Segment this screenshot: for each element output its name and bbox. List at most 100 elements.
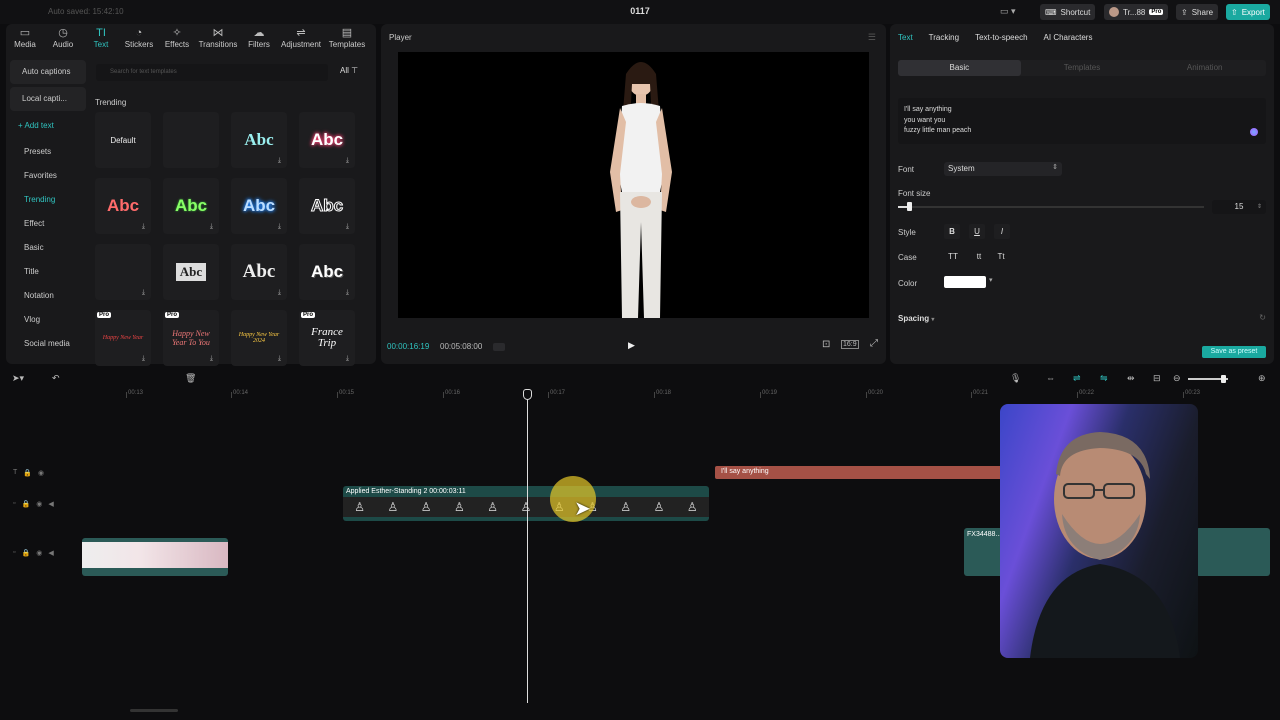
template-happy-new-year-to-you[interactable]: Pro Happy New Year To You ⤓ bbox=[163, 310, 219, 366]
snap-icon[interactable]: ⇋ bbox=[1100, 373, 1108, 384]
shortcut-button[interactable]: ⌨ Shortcut bbox=[1040, 4, 1096, 20]
download-icon[interactable]: ⤓ bbox=[210, 355, 213, 363]
tab-templates[interactable]: ▤ Templates bbox=[324, 24, 370, 54]
download-icon[interactable]: ⤓ bbox=[346, 223, 349, 231]
underline-button[interactable]: U bbox=[969, 224, 985, 239]
reset-icon[interactable]: ↻ bbox=[1259, 313, 1266, 322]
eye-icon[interactable]: ◉ bbox=[36, 500, 42, 508]
video-clip-end[interactable] bbox=[1196, 528, 1270, 576]
tab-stickers[interactable]: ◔ Stickers bbox=[120, 24, 158, 54]
template-abc-red[interactable]: Abc ⤓ bbox=[95, 178, 151, 234]
template-abc-pink-glow[interactable]: Abc ⤓ bbox=[299, 112, 355, 168]
titlecase-button[interactable]: Tt bbox=[992, 250, 1010, 264]
template-happy-new-year-red[interactable]: Pro Happy New Year ⤓ bbox=[95, 310, 151, 366]
fullscreen-icon[interactable]: ⤢ bbox=[870, 338, 878, 349]
font-size-input[interactable]: 15 ⇕ bbox=[1212, 200, 1266, 214]
font-size-slider-handle[interactable] bbox=[907, 202, 913, 211]
spacing-section[interactable]: Spacing ▾ bbox=[898, 314, 934, 323]
timeline-ruler[interactable]: 00:13 00:14 00:15 00:16 00:17 00:18 00:1… bbox=[82, 390, 1280, 402]
download-icon[interactable]: ⤓ bbox=[346, 355, 349, 363]
download-icon[interactable]: ⤓ bbox=[278, 223, 281, 231]
sidebar-item-title[interactable]: Title bbox=[10, 260, 86, 284]
preview-axis-icon[interactable]: ⊟ bbox=[1153, 373, 1161, 384]
select-tool-icon[interactable]: ➤▾ bbox=[12, 373, 24, 384]
fx-clip[interactable]: FX34488... bbox=[964, 528, 1004, 576]
template-france-trip[interactable]: Pro France Trip ⤓ bbox=[299, 310, 355, 366]
playhead-handle[interactable] bbox=[523, 389, 532, 400]
download-icon[interactable]: ⤓ bbox=[278, 355, 281, 363]
eye-icon[interactable]: ◉ bbox=[38, 469, 44, 477]
template-abc-serif[interactable]: Abc ⤓ bbox=[231, 244, 287, 300]
timecode-toggle-icon[interactable] bbox=[493, 343, 505, 351]
export-button[interactable]: ⇧ Export bbox=[1226, 4, 1270, 20]
account-button[interactable]: Tr...88 Pro bbox=[1104, 4, 1169, 20]
download-icon[interactable]: ⤓ bbox=[142, 223, 145, 231]
sidebar-item-notation[interactable]: Notation bbox=[10, 284, 86, 308]
share-button[interactable]: ⇪ Share bbox=[1176, 4, 1219, 20]
color-swatch[interactable] bbox=[944, 276, 986, 288]
zoom-in-icon[interactable]: ⊕ bbox=[1258, 373, 1266, 384]
tab-text[interactable]: TI Text bbox=[82, 24, 120, 54]
filter-dropdown[interactable]: All ⊤ bbox=[340, 66, 358, 75]
overlay-video-clip[interactable]: Applied Esther-Standing 2 00:00:03:11 ♙ ♙… bbox=[343, 486, 709, 521]
sidebar-item-trending[interactable]: Trending bbox=[10, 188, 86, 212]
sidebar-item-effect[interactable]: Effect bbox=[10, 212, 86, 236]
menu-icon[interactable]: ☰ bbox=[868, 32, 876, 43]
aspect-ratio-button[interactable]: 16:9 bbox=[841, 340, 859, 349]
tab-audio[interactable]: ◷ Audio bbox=[44, 24, 82, 54]
template-abc-blue[interactable]: Abc ⤓ bbox=[231, 178, 287, 234]
download-icon[interactable]: ⤓ bbox=[142, 289, 145, 297]
sidebar-item-favorites[interactable]: Favorites bbox=[10, 164, 86, 188]
eye-icon[interactable]: ◉ bbox=[36, 549, 42, 557]
template-blank[interactable] bbox=[163, 112, 219, 168]
download-icon[interactable]: ⤓ bbox=[210, 223, 213, 231]
sidebar-item-basic[interactable]: Basic bbox=[10, 236, 86, 260]
sidebar-item-vlog[interactable]: Vlog bbox=[10, 308, 86, 332]
subtab-animation[interactable]: Animation bbox=[1143, 60, 1266, 76]
video-preview[interactable] bbox=[398, 52, 869, 318]
chevron-down-icon[interactable]: ▾ bbox=[989, 276, 993, 284]
download-icon[interactable]: ⤓ bbox=[346, 157, 349, 165]
tab-media[interactable]: ▭ Media bbox=[6, 24, 44, 54]
auto-captions-button[interactable]: Auto captions bbox=[10, 60, 86, 84]
save-as-preset-button[interactable]: Save as preset bbox=[1202, 346, 1266, 358]
tab-filters[interactable]: ☁ Filters bbox=[240, 24, 278, 54]
download-icon[interactable]: ⤓ bbox=[278, 289, 281, 297]
zoom-slider-handle[interactable] bbox=[1221, 375, 1226, 383]
ai-assist-icon[interactable] bbox=[1250, 128, 1258, 136]
microphone-icon[interactable]: 🎙 bbox=[1010, 373, 1021, 384]
link-icon[interactable]: ⇔ bbox=[1046, 373, 1055, 383]
zoom-out-icon[interactable]: ⊖ bbox=[1173, 373, 1181, 384]
uppercase-button[interactable]: TT bbox=[944, 250, 962, 264]
subtab-templates[interactable]: Templates bbox=[1021, 60, 1144, 76]
tab-text[interactable]: Text bbox=[898, 33, 913, 42]
undo-icon[interactable]: ↶ bbox=[52, 373, 60, 384]
text-template-search-input[interactable]: Search for text templates bbox=[96, 64, 328, 81]
stepper-icon[interactable]: ⇕ bbox=[1257, 200, 1262, 214]
speaker-icon[interactable]: ◀ bbox=[48, 500, 53, 508]
template-blank-2[interactable]: ⤓ bbox=[95, 244, 151, 300]
lock-icon[interactable]: 🔒 bbox=[21, 500, 30, 508]
tab-text-to-speech[interactable]: Text-to-speech bbox=[975, 33, 1027, 42]
local-captions-button[interactable]: Local capti... bbox=[10, 87, 86, 111]
fit-icon[interactable]: ⊡ bbox=[822, 339, 830, 350]
template-abc-box[interactable]: Abc bbox=[163, 244, 219, 300]
italic-button[interactable]: I bbox=[994, 224, 1010, 239]
tab-ai-characters[interactable]: AI Characters bbox=[1044, 33, 1093, 42]
sidebar-item-presets[interactable]: Presets bbox=[10, 140, 86, 164]
text-content-field[interactable]: I'll say anything you want you fuzzy lit… bbox=[898, 98, 1266, 144]
download-icon[interactable]: ⤓ bbox=[346, 289, 349, 297]
magnet-icon[interactable]: ⇌ bbox=[1073, 373, 1081, 384]
main-video-clip[interactable] bbox=[82, 538, 228, 576]
speaker-icon[interactable]: ◀ bbox=[48, 549, 53, 557]
timeline-scrollbar[interactable] bbox=[130, 709, 178, 712]
subtab-basic[interactable]: Basic bbox=[898, 60, 1021, 76]
font-size-slider[interactable] bbox=[898, 206, 1204, 208]
template-default[interactable]: Default bbox=[95, 112, 151, 168]
tab-tracking[interactable]: Tracking bbox=[929, 33, 959, 42]
template-abc-outline[interactable]: Abc ⤓ bbox=[299, 178, 355, 234]
template-happy-new-year-2024[interactable]: Happy New Year 2024 ⤓ bbox=[231, 310, 287, 366]
playhead[interactable] bbox=[527, 397, 528, 703]
play-button[interactable]: ▶ bbox=[628, 340, 635, 351]
font-select[interactable]: System ⇕ bbox=[944, 162, 1062, 176]
